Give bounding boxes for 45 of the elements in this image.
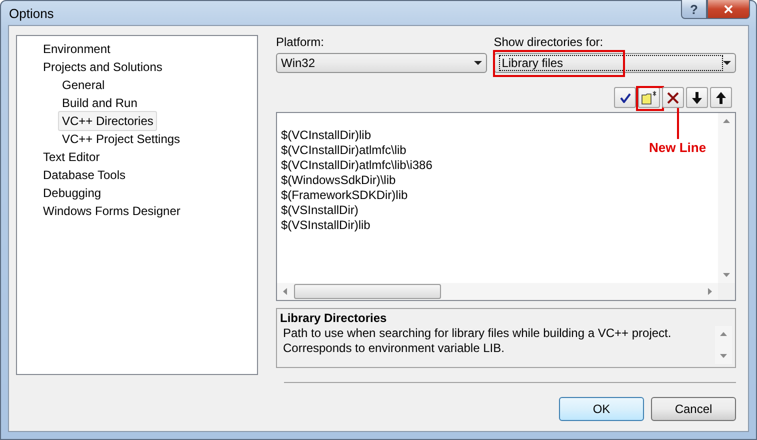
tree-item[interactable]: Text Editor <box>39 147 104 167</box>
move-up-button[interactable] <box>710 87 732 108</box>
folder-sparkle-icon <box>641 90 657 104</box>
check-icon <box>620 92 630 102</box>
dropdown-arrow-icon <box>723 61 731 65</box>
show-directories-label: Show directories for: <box>494 35 604 49</box>
tree-item[interactable]: General <box>58 75 109 95</box>
directory-entry[interactable]: $(VSInstallDir)lib <box>281 218 370 233</box>
tree-item[interactable]: Build and Run <box>58 93 142 113</box>
move-down-button[interactable] <box>686 87 708 108</box>
annotation-label: New Line <box>649 140 706 155</box>
apply-button[interactable] <box>614 87 636 108</box>
tree-item[interactable]: Debugging <box>39 183 106 203</box>
description-title: Library Directories <box>280 311 388 326</box>
directory-entry[interactable]: $(VCInstallDir)lib <box>281 128 372 143</box>
directory-entry[interactable]: $(VCInstallDir)atlmfc\lib\i386 <box>281 158 432 173</box>
tree-item[interactable]: Projects and Solutions <box>39 57 166 77</box>
tree-item[interactable]: Database Tools <box>39 165 130 185</box>
up-arrow-icon <box>716 92 726 104</box>
leader-line <box>676 107 679 139</box>
tree-item[interactable]: Windows Forms Designer <box>39 201 184 221</box>
dropdown-arrow-icon <box>474 61 482 65</box>
tree-item[interactable]: VC++ Project Settings <box>58 129 184 149</box>
help-button[interactable]: ? <box>681 0 707 19</box>
directory-entry[interactable]: $(FrameworkSDKDir)lib <box>281 188 408 203</box>
horizontal-scrollbar[interactable] <box>277 283 718 300</box>
down-arrow-icon <box>692 92 702 104</box>
tree-item[interactable]: Environment <box>39 39 114 59</box>
vertical-scrollbar[interactable] <box>718 113 735 283</box>
description-text: Path to use when searching for library files while building a VC++ project. Corresponds to environment variable LIB. <box>282 326 672 357</box>
platform-dropdown[interactable]: Win32 <box>276 53 487 73</box>
platform-label: Platform: <box>276 35 326 49</box>
directory-entry[interactable]: $(WindowsSdkDir)\lib <box>281 173 396 188</box>
scrollbar-corner <box>718 283 735 300</box>
tree-item[interactable]: VC++ Directories <box>58 111 158 131</box>
cancel-button[interactable]: Cancel <box>651 397 736 421</box>
vertical-scrollbar[interactable] <box>715 326 732 364</box>
ok-button[interactable]: OK <box>559 397 644 421</box>
delete-button[interactable] <box>662 87 684 108</box>
scrollbar-thumb[interactable] <box>294 284 441 299</box>
directory-entry[interactable]: $(VCInstallDir)atlmfc\lib <box>281 143 406 158</box>
delete-x-icon <box>666 90 680 104</box>
directory-entry[interactable]: $(VSInstallDir) <box>281 203 358 218</box>
close-button[interactable]: ✕ <box>707 0 750 19</box>
window-title: Options <box>9 6 55 20</box>
